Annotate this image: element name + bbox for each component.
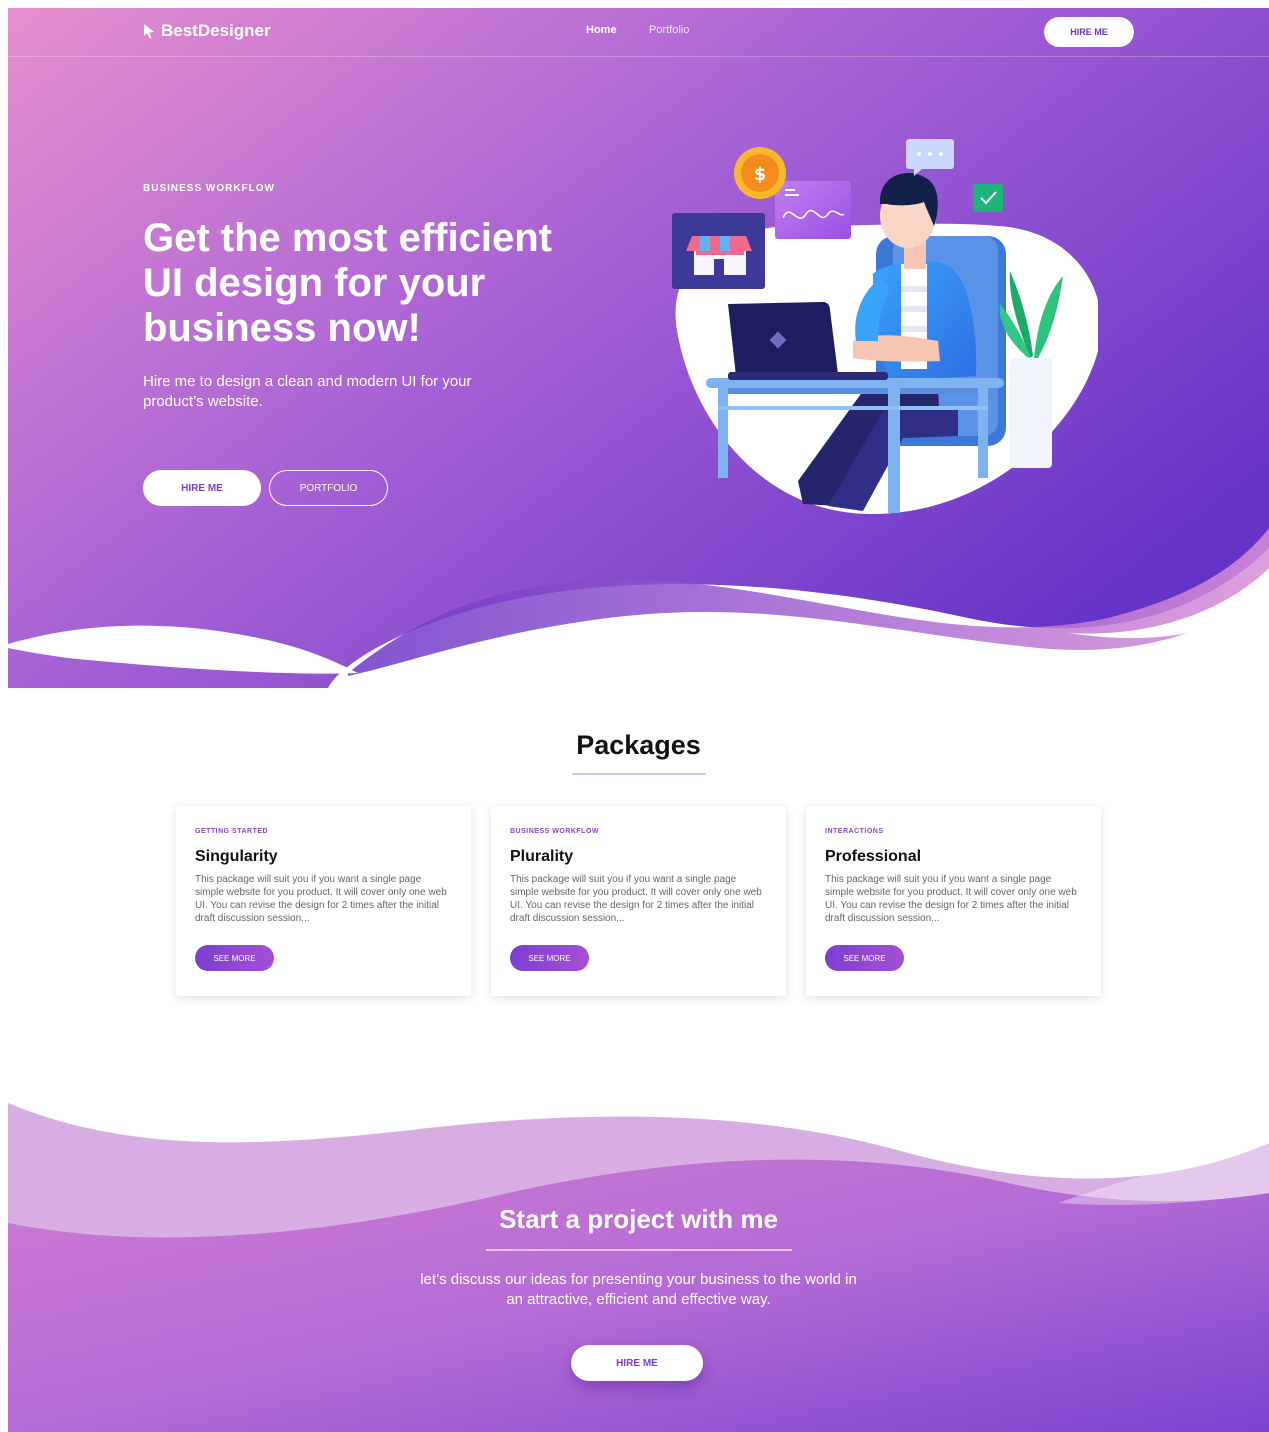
designer-illustration: $ [672,139,1098,515]
package-tag: GETTING STARTED [195,828,269,835]
hero-hire-button[interactable]: HIRE ME [143,470,261,506]
see-more-button[interactable]: SEE MORE [195,945,274,971]
hero-portfolio-button[interactable]: PORTFOLIO [269,470,388,506]
package-title: Singularity [195,848,278,865]
package-title: Plurality [510,848,574,865]
see-more-button[interactable]: SEE MORE [510,945,589,971]
package-description: This package will suit you if you want a… [195,874,447,924]
shop-card-graphic [672,213,765,289]
cta-background [8,1103,1269,1432]
cta-title: Start a project with me [499,1204,778,1234]
cta-text: let’s discuss our ideas for presenting y… [420,1271,857,1308]
check-badge-graphic [973,184,1003,212]
hero-subtitle: Hire me to design a clean and modern UI … [143,373,472,410]
hero-section: BestDesigner Home Portfolio HIRE ME BUSI… [8,8,1269,688]
package-tag: BUSINESS WORKFLOW [510,828,599,835]
chat-bubble-graphic [906,139,954,176]
see-more-button[interactable]: SEE MORE [825,945,904,971]
page: BestDesigner Home Portfolio HIRE ME BUSI… [8,8,1269,1432]
package-card-plurality: BUSINESS WORKFLOW Plurality This package… [491,806,786,996]
nav-link-home[interactable]: Home [586,24,617,36]
package-description: This package will suit you if you want a… [510,874,762,924]
package-card-professional: INTERACTIONS Professional This package w… [806,806,1101,996]
packages-title: Packages [576,730,701,760]
brand-logo[interactable]: BestDesigner [143,21,271,41]
hero-title: Get the most efficient UI design for you… [143,216,552,350]
cta-underline [486,1249,792,1251]
hero-eyebrow: BUSINESS WORKFLOW [143,183,275,194]
cursor-icon [144,24,154,39]
packages-underline [572,773,706,775]
brand-name: BestDesigner [161,21,271,40]
coin-symbol: $ [754,164,767,185]
package-card-singularity: GETTING STARTED Singularity This package… [176,806,471,996]
cta-section [8,1093,1269,1432]
package-tag: INTERACTIONS [825,828,884,835]
chart-card-graphic [775,181,851,239]
top-nav: BestDesigner Home Portfolio HIRE ME [8,8,1269,57]
nav-hire-button[interactable]: HIRE ME [1044,17,1134,47]
nav-link-portfolio[interactable]: Portfolio [649,24,689,36]
coin-graphic: $ [734,147,786,199]
package-title: Professional [825,848,922,865]
cta-hire-button[interactable]: HIRE ME [571,1345,703,1381]
package-description: This package will suit you if you want a… [825,874,1077,924]
